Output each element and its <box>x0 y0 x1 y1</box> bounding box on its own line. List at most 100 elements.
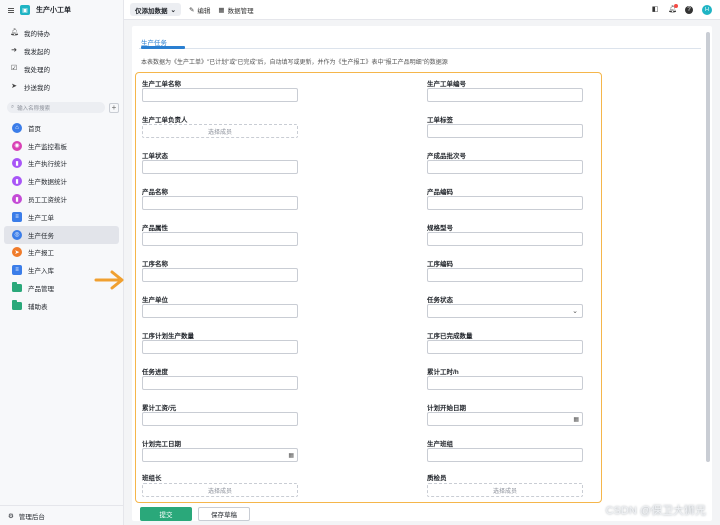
view-label: 仅添加数据 <box>135 7 168 15</box>
app-logo: ▣ <box>20 5 30 15</box>
doc-icon: ≡ <box>12 211 22 222</box>
gear-icon: ⚙ <box>8 512 14 520</box>
menu-item-salary-stats[interactable]: ▮ 员工工资统计 <box>4 190 119 208</box>
menu-label: 首页 <box>28 125 41 133</box>
book-icon[interactable]: ◧ <box>651 6 659 14</box>
total-hours-input[interactable] <box>427 376 583 390</box>
order-status-input[interactable] <box>142 160 298 174</box>
nav-label: 抄送我的 <box>24 85 50 92</box>
avatar[interactable]: H <box>702 5 712 15</box>
field-label: 任务状态 <box>427 297 453 304</box>
menu-item-home[interactable]: ⌂ 首页 <box>4 119 119 137</box>
check-box-icon: ☑ <box>10 65 18 72</box>
planned-finish-date-input[interactable]: ▦ <box>142 448 298 462</box>
menu-toggle-icon[interactable] <box>8 7 14 13</box>
total-wage-input[interactable] <box>142 412 298 426</box>
field-label: 工序已完成数量 <box>427 333 473 340</box>
task-progress-input[interactable] <box>142 376 298 390</box>
planned-start-date-input[interactable]: ▦ <box>427 412 583 426</box>
sidebar-header: ▣ 生产小工单 <box>0 0 123 20</box>
field-label: 工单标签 <box>427 117 453 124</box>
search-row: ⌕ 输入名称搜索 + <box>7 102 119 113</box>
work-order-no-input[interactable] <box>427 88 583 102</box>
watermark: CSDN @保卫大狮兄 <box>605 505 706 517</box>
doc-icon: ≡ <box>12 265 22 276</box>
menu-item-monitor[interactable]: ◉ 生产监控看板 <box>4 137 119 155</box>
production-unit-input[interactable] <box>142 304 298 318</box>
field-label: 产品名称 <box>142 189 168 196</box>
save-draft-button[interactable]: 保存草稿 <box>198 507 250 521</box>
nav-item-handled[interactable]: ☑ 我处理的 <box>0 60 123 78</box>
field-label: 计划开始日期 <box>427 405 466 412</box>
annotation-arrow <box>94 270 124 290</box>
field-label: 累计工资/元 <box>142 405 177 412</box>
planned-qty-input[interactable] <box>142 340 298 354</box>
nav-label: 我的待办 <box>24 31 50 38</box>
home-icon: ⌂ <box>12 122 22 133</box>
top-toolbar: 仅添加数据 ⌄ ✎ 编辑 ▦ 数据管理 ◧ 🔔︎ ? H <box>124 0 720 20</box>
product-name-input[interactable] <box>142 196 298 210</box>
member-placeholder: 选择成员 <box>207 129 232 136</box>
inspector-picker[interactable]: 选择成员 <box>427 483 583 497</box>
edit-label: 编辑 <box>197 7 211 15</box>
spec-model-input[interactable] <box>427 232 583 246</box>
calendar-icon: ▦ <box>288 452 294 459</box>
task-status-select[interactable]: ⌄ <box>427 304 583 318</box>
work-order-name-input[interactable] <box>142 88 298 102</box>
field-label: 产成品批次号 <box>427 153 466 160</box>
menu-label: 生产执行统计 <box>28 161 67 169</box>
admin-label: 管理后台 <box>18 513 45 521</box>
data-manage-button[interactable]: ▦ 数据管理 <box>218 5 253 15</box>
product-code-input[interactable] <box>427 196 583 210</box>
search-input[interactable]: ⌕ 输入名称搜索 <box>7 102 105 113</box>
table-icon: ▦ <box>218 6 225 14</box>
help-icon[interactable]: ? <box>685 6 693 14</box>
process-code-input[interactable] <box>427 268 583 282</box>
target-icon: ◎ <box>12 229 22 240</box>
completed-qty-input[interactable] <box>427 340 583 354</box>
field-label: 质检员 <box>427 475 447 482</box>
product-attr-input[interactable] <box>142 232 298 246</box>
nav-item-cc[interactable]: ➤ 抄送我的 <box>0 78 123 96</box>
view-dropdown[interactable]: 仅添加数据 ⌄ <box>130 3 181 16</box>
member-placeholder: 选择成员 <box>207 488 232 495</box>
paper-plane-icon: ➤ <box>11 83 17 90</box>
batch-no-input[interactable] <box>427 160 583 174</box>
order-tag-input[interactable] <box>427 124 583 138</box>
data-manage-label: 数据管理 <box>227 7 254 15</box>
add-button[interactable]: + <box>109 102 119 113</box>
nav-item-initiated[interactable]: ➜ 我发起的 <box>0 42 123 60</box>
menu-label: 员工工资统计 <box>28 197 67 205</box>
bell-icon: 🔔︎ <box>10 29 19 36</box>
menu-item-work-order[interactable]: ≡ 生产工单 <box>4 208 119 226</box>
field-label: 生产单位 <box>142 297 168 304</box>
edit-button[interactable]: ✎ 编辑 <box>189 5 210 15</box>
field-label: 生产班组 <box>427 441 453 448</box>
menu-label: 生产报工 <box>28 250 54 258</box>
send-icon: ➤ <box>12 247 22 258</box>
nav-item-todo[interactable]: 🔔︎ 我的待办 <box>0 24 123 42</box>
menu-item-data-stats[interactable]: ▮ 生产数据统计 <box>4 172 119 190</box>
chevron-down-icon: ⌄ <box>572 308 578 315</box>
field-label: 工序计划生产数量 <box>142 333 194 340</box>
menu-item-report[interactable]: ➤ 生产报工 <box>4 244 119 262</box>
field-label: 累计工时/h <box>427 369 459 376</box>
field-label: 班组长 <box>142 475 162 482</box>
notification-bell-icon[interactable]: 🔔︎ <box>668 4 678 14</box>
work-order-owner-picker[interactable]: 选择成员 <box>142 124 298 138</box>
field-label: 生产工单负责人 <box>142 117 188 124</box>
production-team-input[interactable] <box>427 448 583 462</box>
admin-link[interactable]: ⚙ 管理后台 <box>0 505 124 525</box>
submit-button[interactable]: 提交 <box>140 507 192 521</box>
scrollbar[interactable] <box>706 32 710 462</box>
nav-top: 🔔︎ 我的待办 ➜ 我发起的 ☑ 我处理的 ➤ 抄送我的 <box>0 20 123 96</box>
menu-label: 生产入库 <box>28 268 54 276</box>
menu-item-production-task[interactable]: ◎ 生产任务 <box>4 225 119 244</box>
process-name-input[interactable] <box>142 268 298 282</box>
field-label: 生产工单编号 <box>427 81 466 88</box>
folder-icon <box>12 282 22 293</box>
menu-item-aux[interactable]: 辅助表 <box>4 297 119 315</box>
tab-active-indicator <box>141 46 185 49</box>
menu-item-exec-stats[interactable]: ▮ 生产执行统计 <box>4 155 119 173</box>
team-leader-picker[interactable]: 选择成员 <box>142 483 298 497</box>
